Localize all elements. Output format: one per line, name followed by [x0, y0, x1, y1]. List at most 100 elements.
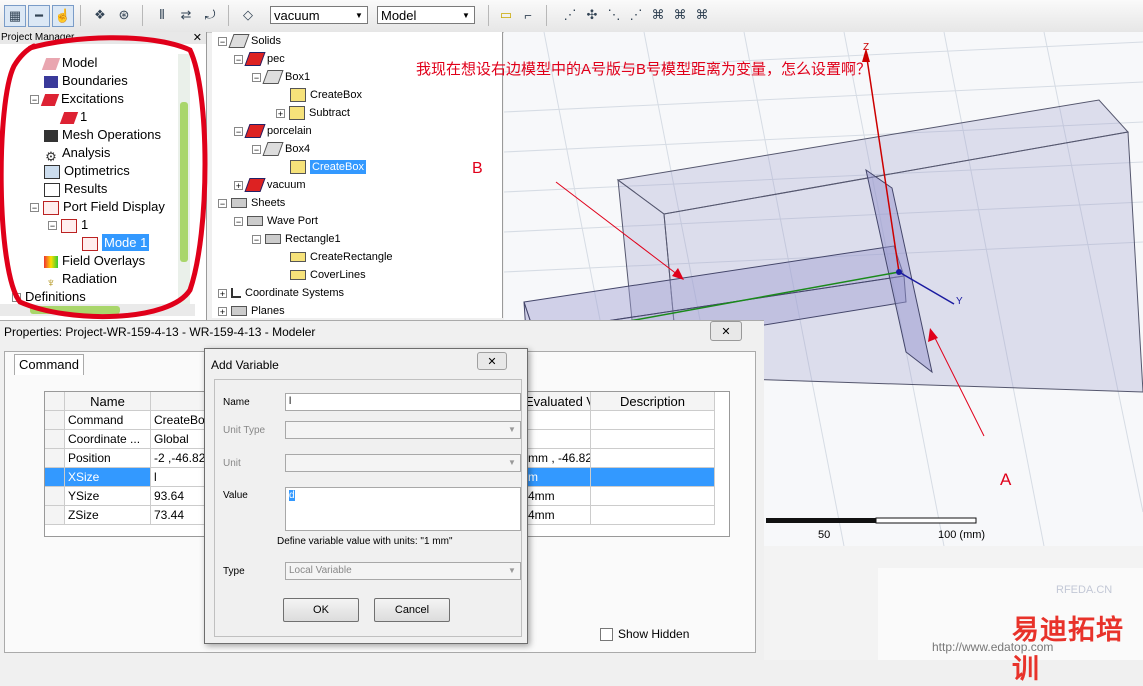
surface-icon[interactable]: ❖ — [90, 5, 110, 25]
ruler-icon[interactable]: ━ — [28, 5, 50, 27]
sheets-icon — [231, 198, 247, 209]
new-cs-icon[interactable]: ⌐ — [518, 5, 538, 25]
tree-item-solids[interactable]: − Solids — [218, 32, 281, 50]
z-axis-label: Z — [863, 42, 870, 53]
tree-item-porcelain[interactable]: − porcelain — [234, 122, 312, 140]
watermark-url: http://www.edatop.com — [932, 640, 1054, 654]
row-zsize-value[interactable]: 73.44 — [151, 506, 205, 525]
tree-item-box4[interactable]: − Box4 — [252, 140, 310, 158]
cs-icon-3[interactable]: ⋱ — [604, 5, 624, 25]
tree-item-subtract[interactable]: + Subtract — [276, 104, 350, 122]
properties-title: Properties: Project-WR-159-4-13 - WR-159… — [4, 325, 316, 339]
row-command-value[interactable]: CreateBox — [151, 411, 205, 430]
header-value — [151, 392, 205, 411]
createbox-icon — [290, 160, 306, 175]
origin-point — [896, 269, 902, 275]
expand-icon[interactable]: + — [218, 288, 227, 298]
cs-icon-6[interactable]: ⌘ — [670, 5, 690, 25]
tree-item-createbox-selected[interactable]: CreateBox — [290, 158, 366, 176]
coordinate-systems-icon — [231, 288, 241, 299]
material-select[interactable]: vacuum ▼ — [270, 6, 368, 24]
ok-button[interactable]: OK — [283, 598, 359, 622]
close-icon[interactable]: ✕ — [477, 352, 507, 370]
value-input[interactable]: d — [285, 487, 521, 531]
grid-corner — [45, 392, 65, 411]
view-select[interactable]: Model ▼ — [377, 6, 475, 24]
grid-icon[interactable]: ▦ — [4, 5, 26, 27]
row-coordinate-value[interactable]: Global — [151, 430, 205, 449]
row-position-description[interactable] — [591, 449, 715, 468]
watermark-site: RFEDA.CN — [1056, 584, 1113, 596]
header-name: Name — [65, 392, 151, 411]
row-xsize-evaluated: m — [525, 468, 591, 487]
coverlines-icon — [290, 270, 306, 281]
row-xsize-description[interactable] — [591, 468, 715, 487]
collapse-icon[interactable]: − — [234, 126, 243, 136]
cs-icon-1[interactable]: ⋰ — [560, 5, 580, 25]
tree-item-createrectangle[interactable]: CreateRectangle — [290, 248, 393, 266]
material-icon — [244, 124, 266, 139]
collapse-icon[interactable]: − — [234, 216, 243, 226]
box-icon — [262, 142, 284, 157]
tree-item-coordinate-systems[interactable]: + Coordinate Systems — [218, 284, 344, 302]
type-select[interactable]: Local Variable ▼ — [285, 562, 521, 580]
row-position-name: Position — [65, 449, 151, 468]
expand-icon[interactable]: + — [276, 108, 285, 118]
tree-item-rectangle1[interactable]: − Rectangle1 — [252, 230, 341, 248]
row-position-value[interactable]: -2 ,-46.82... — [151, 449, 205, 468]
tab-command[interactable]: Command — [14, 354, 84, 375]
row-command-description[interactable] — [591, 411, 715, 430]
rotate-icon[interactable]: ⤾ — [200, 5, 220, 25]
collapse-icon[interactable]: − — [234, 54, 243, 64]
cs-icon-2[interactable]: ✣ — [582, 5, 602, 25]
row-xsize-name: XSize — [65, 468, 151, 487]
name-label: Name — [223, 397, 250, 408]
rectangle-icon — [265, 234, 281, 245]
chevron-down-icon: ▼ — [508, 425, 516, 434]
mirror-icon[interactable]: ⇄ — [176, 5, 196, 25]
tree-item-box1[interactable]: − Box1 — [252, 68, 310, 86]
dialog-body: Name l Unit Type ▼ Unit ▼ Value d Define… — [214, 379, 522, 637]
expand-icon[interactable]: + — [218, 306, 227, 316]
tree-item-coverlines[interactable]: CoverLines — [290, 266, 366, 284]
close-icon[interactable]: ✕ — [710, 321, 742, 341]
select-icon[interactable]: ☝ — [52, 5, 74, 27]
tree-item-createbox[interactable]: CreateBox — [290, 86, 362, 104]
material-box-icon[interactable]: ◇ — [238, 5, 258, 25]
row-ysize-description[interactable] — [591, 487, 715, 506]
cs-icon-7[interactable]: ⌘ — [692, 5, 712, 25]
tree-item-planes[interactable]: + Planes — [218, 302, 285, 320]
tree-item-vacuum[interactable]: + vacuum — [234, 176, 306, 194]
collapse-icon[interactable]: − — [252, 234, 261, 244]
box-icon — [262, 70, 284, 85]
align-icon[interactable]: ⫴ — [152, 5, 172, 25]
show-hidden-checkbox[interactable]: Show Hidden — [600, 627, 689, 641]
name-input[interactable]: l — [285, 393, 521, 411]
collapse-icon[interactable]: − — [218, 36, 227, 46]
unit-select[interactable]: ▼ — [285, 454, 521, 472]
material-icon[interactable]: ⊛ — [114, 5, 134, 25]
row-xsize-value[interactable]: l — [151, 468, 205, 487]
collapse-icon[interactable]: − — [252, 72, 261, 82]
unit-type-select[interactable]: ▼ — [285, 421, 521, 439]
row-coordinate-description[interactable] — [591, 430, 715, 449]
expand-icon[interactable]: + — [234, 180, 243, 190]
cs-icon-5[interactable]: ⌘ — [648, 5, 668, 25]
planes-icon — [231, 306, 247, 317]
tree-item-sheets[interactable]: − Sheets — [218, 194, 285, 212]
row-coordinate-evaluated — [525, 430, 591, 449]
header-description: Description — [591, 392, 715, 411]
row-zsize-description[interactable] — [591, 506, 715, 525]
cancel-button[interactable]: Cancel — [374, 598, 450, 622]
tree-item-wave-port[interactable]: − Wave Port — [234, 212, 318, 230]
tree-item-pec[interactable]: − pec — [234, 50, 285, 68]
sheet-icon[interactable]: ▭ — [496, 5, 516, 25]
row-ysize-evaluated: 4mm — [525, 487, 591, 506]
row-zsize-name: ZSize — [65, 506, 151, 525]
dialog-title: Add Variable — [211, 358, 279, 372]
cs-icon-4[interactable]: ⋰ — [626, 5, 646, 25]
collapse-icon[interactable]: − — [252, 144, 261, 154]
row-ysize-value[interactable]: 93.64 — [151, 487, 205, 506]
collapse-icon[interactable]: − — [218, 198, 227, 208]
createrectangle-icon — [290, 252, 306, 263]
